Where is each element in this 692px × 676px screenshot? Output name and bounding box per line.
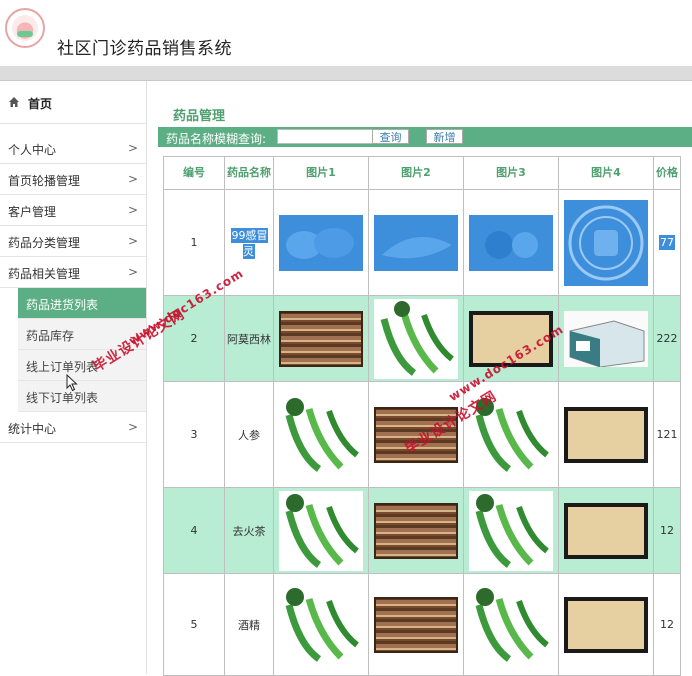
drug-image-old-book[interactable]: [564, 502, 648, 559]
chevron-right-icon: >: [127, 420, 138, 434]
column-header: 图片2: [368, 156, 464, 190]
cell-image: [558, 381, 654, 488]
cell-image: [463, 573, 559, 676]
mouse-cursor-icon: [66, 374, 78, 392]
sidebar-home[interactable]: 首页: [0, 81, 146, 124]
search-bar: 药品名称模糊查询: 查询 新增: [158, 127, 692, 147]
page-title: 药品管理: [173, 109, 226, 124]
sidebar-item-drug-categories[interactable]: 药品分类管理 >: [0, 226, 146, 257]
sidebar-subitem-label: 线上订单列表: [26, 360, 99, 374]
drug-image-bookshelf[interactable]: [374, 502, 458, 559]
app-header: 社区门诊药品销售系统: [0, 0, 692, 66]
drug-image-blue-bread[interactable]: [279, 214, 363, 271]
column-header: 图片1: [273, 156, 369, 190]
cell-image: [273, 189, 369, 296]
sidebar-subitem-label: 药品库存: [26, 329, 75, 343]
search-input[interactable]: [277, 129, 373, 144]
drug-image-old-book[interactable]: [564, 406, 648, 463]
search-label: 药品名称模糊查询:: [166, 132, 267, 146]
drug-table: 编号 药品名称 图片1 图片2 图片3 图片4 价格 1 99感冒灵 77 2 …: [163, 156, 681, 676]
drug-image-bookshelf[interactable]: [279, 310, 363, 367]
cell-price: 121: [653, 381, 681, 488]
app-logo: [5, 8, 45, 48]
cell-image: [368, 189, 464, 296]
sidebar-item-label: 客户管理: [8, 205, 57, 219]
sidebar-item-label: 统计中心: [8, 422, 57, 436]
drug-image-old-book[interactable]: [564, 596, 648, 653]
table-row[interactable]: 5 酒精 12: [163, 573, 681, 676]
sidebar-subitem-offline-orders[interactable]: 线下订单列表: [18, 381, 146, 412]
query-button[interactable]: 查询: [372, 129, 409, 144]
app-title: 社区门诊药品销售系统: [57, 39, 232, 59]
chevron-right-icon: >: [127, 172, 138, 186]
selected-text: 99感冒灵: [230, 227, 268, 259]
top-nav-bar: [0, 66, 692, 81]
sidebar-subitem-label: 药品进货列表: [26, 298, 99, 312]
cell-price: 222: [653, 295, 681, 382]
cell-image: [463, 189, 559, 296]
cell-image: [368, 573, 464, 676]
table-header-row: 编号 药品名称 图片1 图片2 图片3 图片4 价格: [163, 156, 681, 190]
cell-name: 人参: [224, 381, 274, 488]
chevron-right-icon: >: [127, 141, 138, 155]
chevron-right-icon: >: [127, 265, 138, 279]
sidebar-item-drug-management[interactable]: 药品相关管理 >: [0, 257, 146, 288]
sidebar-subitem-purchase-list[interactable]: 药品进货列表: [18, 288, 146, 319]
sidebar-item-customers[interactable]: 客户管理 >: [0, 195, 146, 226]
sidebar-item-label: 首页轮播管理: [8, 174, 81, 188]
cell-name: 酒精: [224, 573, 274, 676]
cell-id: 3: [163, 381, 225, 488]
drug-image-green-peppers[interactable]: [374, 298, 458, 379]
drug-image-green-peppers[interactable]: [469, 490, 553, 571]
cell-image: [273, 381, 369, 488]
cell-name: 阿莫西林: [224, 295, 274, 382]
table-row[interactable]: 4 去火茶 12: [163, 487, 681, 574]
cell-image: [558, 189, 654, 296]
drug-image-medicine-box[interactable]: [564, 310, 648, 368]
sidebar-item-label: 药品相关管理: [8, 267, 81, 281]
sidebar-home-label: 首页: [28, 97, 53, 111]
column-header: 价格: [653, 156, 681, 190]
cell-image: [273, 573, 369, 676]
cell-image: [558, 295, 654, 382]
drug-image-green-peppers[interactable]: [279, 584, 363, 665]
cell-image: [368, 487, 464, 574]
sidebar-item-carousel[interactable]: 首页轮播管理 >: [0, 164, 146, 195]
cell-id: 4: [163, 487, 225, 574]
sidebar-subitem-label: 线下订单列表: [26, 391, 99, 405]
cell-image: [558, 573, 654, 676]
sidebar-item-label: 药品分类管理: [8, 236, 81, 250]
manchester-united-logo[interactable]: [564, 199, 648, 286]
table-row[interactable]: 2 阿莫西林 222: [163, 295, 681, 382]
column-header: 编号: [163, 156, 225, 190]
drug-image-green-peppers[interactable]: [279, 490, 363, 571]
cell-image: [463, 487, 559, 574]
cell-image: [273, 295, 369, 382]
drug-image-green-peppers[interactable]: [469, 584, 553, 665]
cell-price: 12: [653, 573, 681, 676]
drug-image-green-peppers[interactable]: [279, 394, 363, 475]
sidebar-item-label: 个人中心: [8, 143, 57, 157]
chevron-right-icon: >: [127, 203, 138, 217]
home-icon: [9, 97, 19, 107]
sidebar-item-statistics[interactable]: 统计中心 >: [0, 412, 146, 443]
cell-image: [368, 295, 464, 382]
column-header: 图片3: [463, 156, 559, 190]
add-button[interactable]: 新增: [426, 129, 463, 144]
sidebar-item-personal-center[interactable]: 个人中心 >: [0, 133, 146, 164]
drug-image-blue-peas[interactable]: [374, 214, 458, 271]
drug-image-blue-veg[interactable]: [469, 214, 553, 271]
cell-image: [273, 487, 369, 574]
selected-price: 77: [659, 235, 675, 250]
cell-price: 77: [653, 189, 681, 296]
column-header: 药品名称: [224, 156, 274, 190]
drug-image-bookshelf[interactable]: [374, 596, 458, 653]
cell-image: [558, 487, 654, 574]
column-header: 图片4: [558, 156, 654, 190]
cell-id: 5: [163, 573, 225, 676]
cell-price: 12: [653, 487, 681, 574]
chevron-right-icon: >: [127, 234, 138, 248]
cell-name: 去火茶: [224, 487, 274, 574]
